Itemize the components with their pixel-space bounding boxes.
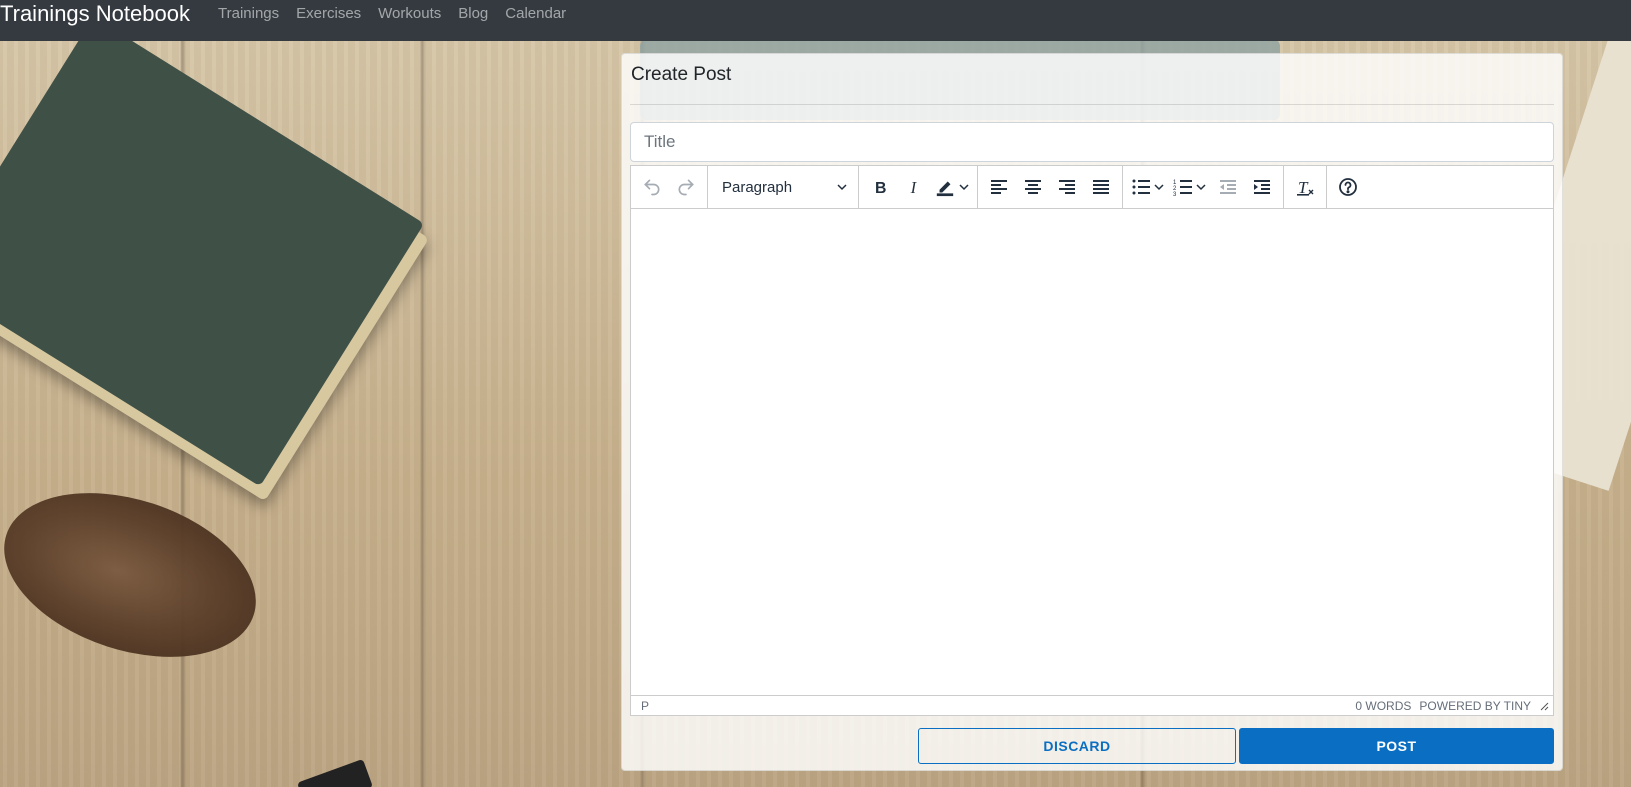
bold-button[interactable]: B bbox=[863, 170, 897, 204]
chevron-down-icon bbox=[1196, 184, 1206, 191]
post-button[interactable]: POST bbox=[1239, 728, 1554, 764]
word-count[interactable]: 0 WORDS bbox=[1355, 699, 1411, 713]
help-group bbox=[1327, 166, 1369, 208]
card-title: Create Post bbox=[631, 64, 732, 85]
undo-button[interactable] bbox=[635, 170, 669, 204]
align-left-icon bbox=[991, 180, 1007, 194]
nav-links: Trainings Exercises Workouts Blog Calend… bbox=[218, 4, 583, 24]
editor-toolbar: Paragraph B I 1 2 3 T bbox=[631, 166, 1553, 209]
format-group: T bbox=[1284, 166, 1327, 208]
card-divider bbox=[630, 104, 1554, 105]
nav-link-exercises[interactable]: Exercises bbox=[296, 4, 361, 24]
align-right-button[interactable] bbox=[1050, 170, 1084, 204]
element-path[interactable]: P bbox=[641, 699, 649, 713]
outdent-icon bbox=[1220, 180, 1236, 194]
italic-button[interactable]: I bbox=[897, 170, 931, 204]
text-style-group: B I bbox=[859, 166, 978, 208]
resize-handle-icon[interactable] bbox=[1539, 701, 1549, 711]
status-right: 0 WORDS POWERED BY TINY bbox=[1355, 699, 1549, 713]
block-format-label: Paragraph bbox=[722, 178, 793, 196]
redo-button[interactable] bbox=[669, 170, 703, 204]
nav-link-blog[interactable]: Blog bbox=[458, 4, 488, 24]
clear-formatting-button[interactable]: T bbox=[1288, 170, 1322, 204]
align-left-button[interactable] bbox=[982, 170, 1016, 204]
svg-text:B: B bbox=[875, 180, 886, 197]
chevron-down-icon bbox=[837, 184, 847, 191]
align-right-icon bbox=[1059, 180, 1075, 194]
redo-icon bbox=[678, 179, 694, 196]
svg-text:3: 3 bbox=[1173, 192, 1177, 197]
history-group bbox=[631, 166, 708, 208]
editor-content-area[interactable] bbox=[631, 209, 1553, 695]
powered-by-tiny[interactable]: POWERED BY TINY bbox=[1419, 699, 1531, 713]
align-justify-icon bbox=[1093, 180, 1109, 194]
highlight-color-button[interactable] bbox=[931, 170, 973, 204]
italic-icon: I bbox=[910, 178, 918, 197]
bullet-list-icon bbox=[1132, 179, 1150, 195]
nav-link-workouts[interactable]: Workouts bbox=[378, 4, 441, 24]
clear-formatting-icon: T bbox=[1297, 178, 1314, 197]
title-input[interactable] bbox=[630, 122, 1554, 162]
top-navbar: Trainings Notebook Trainings Exercises W… bbox=[0, 0, 1631, 41]
bullet-list-button[interactable] bbox=[1127, 170, 1169, 204]
chevron-down-icon bbox=[1154, 184, 1164, 191]
editor-statusbar: P 0 WORDS POWERED BY TINY bbox=[631, 695, 1553, 715]
help-button[interactable] bbox=[1331, 170, 1365, 204]
undo-icon bbox=[644, 179, 660, 196]
bold-icon: B bbox=[875, 180, 886, 197]
block-format-select[interactable]: Paragraph bbox=[712, 170, 854, 204]
svg-text:I: I bbox=[910, 178, 918, 197]
brand-link[interactable]: Trainings Notebook bbox=[0, 0, 190, 28]
align-center-button[interactable] bbox=[1016, 170, 1050, 204]
numbered-list-button[interactable]: 123 bbox=[1169, 170, 1211, 204]
nav-link-calendar[interactable]: Calendar bbox=[505, 4, 566, 24]
align-justify-button[interactable] bbox=[1084, 170, 1118, 204]
nav-link-trainings[interactable]: Trainings bbox=[218, 4, 279, 24]
rich-text-editor: Paragraph B I 1 2 3 T P 0 WORDS POWERED … bbox=[630, 165, 1554, 716]
alignment-group bbox=[978, 166, 1123, 208]
help-icon bbox=[1339, 178, 1357, 196]
numbered-list-icon: 123 bbox=[1173, 180, 1192, 197]
discard-button[interactable]: DISCARD bbox=[918, 728, 1236, 764]
highlighter-icon bbox=[936, 181, 954, 197]
indent-icon bbox=[1254, 180, 1270, 194]
outdent-button[interactable] bbox=[1211, 170, 1245, 204]
align-center-icon bbox=[1025, 180, 1041, 194]
create-post-card: Create Post Paragraph B bbox=[621, 53, 1563, 771]
chevron-down-icon bbox=[959, 184, 969, 191]
list-group: 123 bbox=[1123, 166, 1284, 208]
block-format-group: Paragraph bbox=[708, 166, 859, 208]
indent-button[interactable] bbox=[1245, 170, 1279, 204]
